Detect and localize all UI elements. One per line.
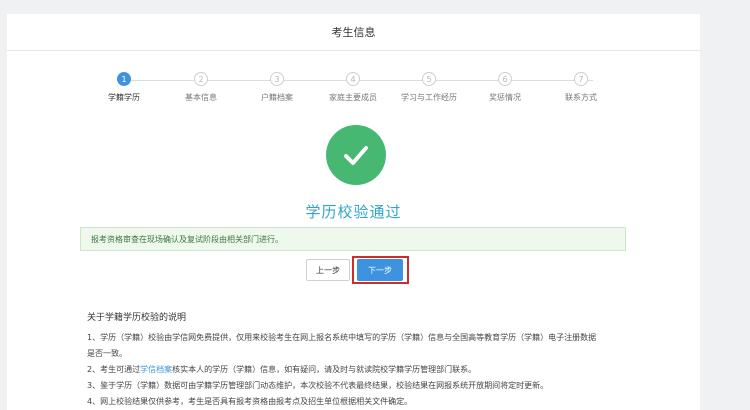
step-3-marker: 3: [270, 72, 284, 86]
progress-stepper: 1 学籍学历 2 基本信息 3 户籍档案 4 家庭主要成员 5 学习与工作经历 …: [7, 72, 700, 112]
step-2-label: 基本信息: [185, 93, 217, 102]
step-6[interactable]: 6 奖惩情况: [475, 72, 535, 103]
notice-banner: 报考资格审查在现场确认及复试阶段由相关部门进行。: [80, 227, 626, 251]
step-1[interactable]: 1 学籍学历: [94, 72, 154, 103]
xuexin-archive-link[interactable]: 学信档案: [140, 365, 172, 374]
verification-explanation: 关于学籍学历校验的说明 1、学历（学籍）校验由学信网免费提供，仅用来校验考生在网…: [87, 310, 607, 410]
explanation-item-2: 2、考生可通过学信档案核实本人的学历（学籍）信息，如有疑问，请及时与就读院校学籍…: [87, 362, 607, 378]
step-3-label: 户籍档案: [261, 93, 293, 102]
step-2-marker: 2: [194, 72, 208, 86]
page-header: 考生信息: [7, 14, 700, 51]
explanation-item-3: 3、鉴于学历（学籍）数据可由学籍学历管理部门动态维护，本次校验不代表最终结果，校…: [87, 381, 549, 390]
explanation-item-1: 1、学历（学籍）校验由学信网免费提供，仅用来校验考生在网上报名系统中填写的学历（…: [87, 333, 597, 342]
step-4-label: 家庭主要成员: [329, 93, 377, 102]
step-7-marker: 7: [574, 72, 588, 86]
main-card: 考生信息 1 学籍学历 2 基本信息 3 户籍档案 4 家庭主要成员 5 学习与…: [7, 14, 700, 410]
step-5-label: 学习与工作经历: [401, 93, 457, 102]
step-4-marker: 4: [346, 72, 360, 86]
step-2[interactable]: 2 基本信息: [171, 72, 231, 103]
notice-text: 报考资格审查在现场确认及复试阶段由相关部门进行。: [91, 234, 283, 244]
explanation-item-4: 4、网上校验结果仅供参考，考生是否具有报考资格由报考点及招生单位根据相关文件确定…: [87, 397, 413, 406]
next-step-button[interactable]: 下一步: [357, 259, 403, 281]
step-7[interactable]: 7 联系方式: [551, 72, 611, 103]
step-6-label: 奖惩情况: [489, 93, 521, 102]
page-title: 考生信息: [331, 26, 376, 39]
check-icon: [326, 125, 386, 185]
explanation-item-1-continued: 是否一致。: [87, 349, 127, 358]
verification-result-title: 学历校验通过: [305, 203, 402, 221]
step-3[interactable]: 3 户籍档案: [247, 72, 307, 103]
explanation-item-2-suffix: 核实本人的学历（学籍）信息，如有疑问，请及时与就读院校学籍学历管理部门联系。: [172, 365, 477, 374]
explanation-heading: 关于学籍学历校验的说明: [87, 313, 187, 323]
step-7-label: 联系方式: [565, 93, 597, 102]
step-5-marker: 5: [422, 72, 436, 86]
step-1-label: 学籍学历: [108, 93, 140, 102]
previous-step-button[interactable]: 上一步: [306, 259, 350, 281]
step-4[interactable]: 4 家庭主要成员: [323, 72, 383, 103]
step-6-marker: 6: [498, 72, 512, 86]
step-5[interactable]: 5 学习与工作经历: [399, 72, 459, 103]
explanation-item-2-prefix: 2、考生可通过: [87, 365, 141, 374]
step-1-marker: 1: [117, 72, 131, 86]
